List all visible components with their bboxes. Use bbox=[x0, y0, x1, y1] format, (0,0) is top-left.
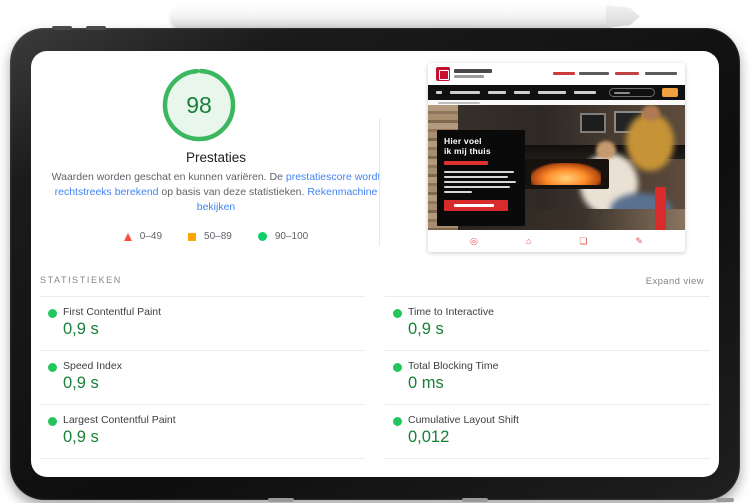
metric-largest-contentful-paint: Largest Contentful Paint 0,9 s bbox=[40, 405, 365, 459]
site-header-text bbox=[645, 72, 677, 75]
preview-hero-image: Hier voel ik mij thuis bbox=[428, 105, 685, 230]
metric-label: Total Blocking Time bbox=[408, 360, 499, 372]
site-tagline-text bbox=[454, 75, 484, 78]
metric-label: First Contentful Paint bbox=[63, 306, 162, 318]
nav-item bbox=[488, 91, 506, 94]
nav-item bbox=[450, 91, 480, 94]
metric-value: 0,9 s bbox=[63, 320, 99, 338]
site-logo-icon bbox=[436, 67, 450, 81]
tablet-frame: 98 Prestaties Waarden worden geschat en … bbox=[10, 26, 740, 502]
preview-nav-bar bbox=[428, 85, 685, 100]
score-legend: 0–49 50–89 90–100 bbox=[51, 231, 381, 242]
nav-item bbox=[514, 91, 530, 94]
stylus-pencil bbox=[170, 3, 610, 30]
nav-item bbox=[436, 91, 442, 94]
site-header-text bbox=[579, 72, 609, 75]
site-header-highlight-text bbox=[553, 72, 575, 75]
metric-status-dot-icon bbox=[393, 309, 402, 318]
performance-score: 98 bbox=[186, 91, 212, 118]
metric-label: Largest Contentful Paint bbox=[63, 414, 176, 426]
legend-label: 90–100 bbox=[274, 231, 309, 242]
hero-body-text bbox=[444, 170, 514, 173]
bottom-connector bbox=[716, 498, 734, 502]
hero-body-text bbox=[444, 185, 510, 188]
fire-glow-art bbox=[531, 163, 601, 185]
side-ribbon-button bbox=[655, 187, 666, 230]
legend-label: 50–89 bbox=[204, 231, 232, 242]
person-man-art bbox=[626, 113, 674, 171]
metric-speed-index: Speed Index 0,9 s bbox=[40, 351, 365, 405]
search-placeholder-text bbox=[614, 91, 630, 94]
metric-value: 0,9 s bbox=[63, 428, 99, 446]
metric-value: 0,9 s bbox=[63, 374, 99, 392]
tablet-screen: 98 Prestaties Waarden worden geschat en … bbox=[31, 51, 719, 477]
hero-cta-button bbox=[444, 200, 508, 211]
square-orange-icon bbox=[188, 232, 197, 241]
metric-first-contentful-paint: First Contentful Paint 0,9 s bbox=[40, 297, 365, 351]
metric-total-blocking-time: Total Blocking Time 0 ms bbox=[385, 351, 710, 405]
preview-site-header bbox=[428, 63, 685, 85]
hero-cta-text bbox=[454, 204, 494, 207]
expand-view-link[interactable]: Expand view bbox=[646, 276, 704, 287]
hero-body-text bbox=[444, 190, 472, 193]
metric-status-dot-icon bbox=[48, 309, 57, 318]
hero-body-text bbox=[444, 180, 516, 183]
preview-cart-button bbox=[662, 88, 678, 97]
triangle-red-icon bbox=[123, 232, 132, 241]
description-text: op basis van deze statistieken. bbox=[158, 186, 308, 198]
legend-label: 0–49 bbox=[139, 231, 163, 242]
nav-item bbox=[538, 91, 566, 94]
hero-body-text bbox=[444, 175, 508, 178]
pencil-icon: ✎ bbox=[635, 235, 643, 246]
fireplace-art bbox=[523, 159, 609, 189]
metric-cumulative-layout-shift: Cumulative Layout Shift 0,012 bbox=[385, 405, 710, 459]
site-brand-text bbox=[454, 69, 492, 73]
wall-picture-frame bbox=[580, 113, 606, 133]
performance-gauge: 98 bbox=[161, 67, 237, 143]
location-pin-icon: ◎ bbox=[470, 235, 478, 246]
breadcrumb-text bbox=[438, 101, 480, 104]
tablet-mockup-scene: 98 Prestaties Waarden worden geschat en … bbox=[0, 0, 750, 503]
stats-column-left: First Contentful Paint 0,9 s Speed Index… bbox=[40, 296, 365, 459]
stylus-pencil-tip bbox=[606, 5, 640, 28]
stats-column-right: Time to Interactive 0,9 s Total Blocking… bbox=[385, 296, 710, 459]
score-description: Waarden worden geschat en kunnen variëre… bbox=[49, 170, 383, 215]
home-icon: ⌂ bbox=[525, 235, 532, 246]
metric-label: Cumulative Layout Shift bbox=[408, 414, 519, 426]
site-preview-thumbnail: Hier voel ik mij thuis ◎ ⌂ ❏ ✎ bbox=[428, 63, 685, 252]
metric-value: 0 ms bbox=[408, 374, 444, 392]
legend-item-good: 90–100 bbox=[257, 231, 309, 242]
volume-button-up bbox=[52, 26, 72, 30]
metric-value: 0,9 s bbox=[408, 320, 444, 338]
site-header-phone-text bbox=[615, 72, 639, 75]
hero-subtitle-text bbox=[444, 161, 488, 165]
metric-time-to-interactive: Time to Interactive 0,9 s bbox=[385, 297, 710, 351]
volume-button-down bbox=[86, 26, 106, 30]
metric-status-dot-icon bbox=[393, 417, 402, 426]
legend-item-average: 50–89 bbox=[188, 231, 232, 242]
vertical-divider bbox=[379, 118, 380, 246]
metric-label: Time to Interactive bbox=[408, 306, 494, 318]
metric-status-dot-icon bbox=[48, 417, 57, 426]
hero-title: ik mij thuis bbox=[444, 145, 491, 156]
metric-status-dot-icon bbox=[48, 363, 57, 372]
person-man-art bbox=[642, 105, 660, 121]
bottom-connector bbox=[462, 498, 488, 502]
description-text: Waarden worden geschat en kunnen variëre… bbox=[51, 171, 286, 183]
preview-usp-bar: ◎ ⌂ ❏ ✎ bbox=[428, 230, 685, 252]
person-woman-art bbox=[596, 141, 616, 159]
gallery-icon: ❏ bbox=[579, 235, 588, 246]
legend-item-fail: 0–49 bbox=[123, 231, 163, 242]
bottom-connector bbox=[268, 498, 294, 502]
nav-item bbox=[574, 91, 596, 94]
stats-section-title: STATISTIEKEN bbox=[40, 275, 122, 285]
hero-text-card: Hier voel ik mij thuis bbox=[437, 130, 525, 226]
category-title: Prestaties bbox=[185, 150, 247, 165]
metric-value: 0,012 bbox=[408, 428, 450, 446]
circle-green-icon bbox=[257, 232, 267, 241]
metric-status-dot-icon bbox=[393, 363, 402, 372]
metric-label: Speed Index bbox=[63, 360, 122, 372]
preview-search-box bbox=[609, 88, 655, 97]
